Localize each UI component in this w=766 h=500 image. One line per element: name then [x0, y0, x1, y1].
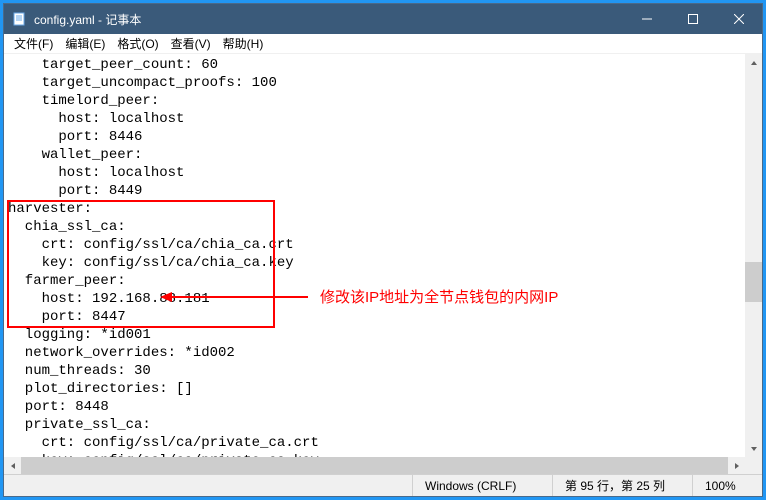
menu-edit[interactable]: 编辑(E) — [59, 34, 111, 53]
scroll-h-thumb[interactable] — [21, 457, 728, 474]
scroll-v-track[interactable] — [745, 71, 762, 440]
text-editor[interactable]: target_peer_count: 60 target_uncompact_p… — [4, 54, 745, 457]
notepad-window: config.yaml - 记事本 文件(F) 编辑(E) 格式(O) 查看(V… — [3, 3, 763, 497]
scroll-left-button[interactable] — [4, 457, 21, 474]
statusbar: Windows (CRLF) 第 95 行，第 25 列 100% — [4, 474, 762, 496]
status-encoding: Windows (CRLF) — [412, 475, 552, 496]
scroll-v-thumb[interactable] — [745, 262, 762, 302]
scroll-right-button[interactable] — [728, 457, 745, 474]
status-position: 第 95 行，第 25 列 — [552, 475, 692, 496]
horizontal-scrollbar[interactable] — [4, 457, 745, 474]
close-button[interactable] — [716, 4, 762, 34]
menu-format[interactable]: 格式(O) — [111, 34, 164, 53]
menubar: 文件(F) 编辑(E) 格式(O) 查看(V) 帮助(H) — [4, 34, 762, 54]
titlebar[interactable]: config.yaml - 记事本 — [4, 4, 762, 34]
minimize-button[interactable] — [624, 4, 670, 34]
menu-view[interactable]: 查看(V) — [165, 34, 217, 53]
content-area: target_peer_count: 60 target_uncompact_p… — [4, 54, 762, 474]
scrollbar-corner — [745, 457, 762, 474]
vertical-scrollbar[interactable] — [745, 54, 762, 457]
scroll-up-button[interactable] — [745, 54, 762, 71]
window-title: config.yaml - 记事本 — [34, 11, 141, 28]
maximize-button[interactable] — [670, 4, 716, 34]
menu-file[interactable]: 文件(F) — [8, 34, 59, 53]
app-icon — [12, 11, 28, 27]
scroll-down-button[interactable] — [745, 440, 762, 457]
annotation-label: 修改该IP地址为全节点钱包的内网IP — [320, 286, 558, 307]
menu-help[interactable]: 帮助(H) — [217, 34, 270, 53]
status-zoom: 100% — [692, 475, 762, 496]
